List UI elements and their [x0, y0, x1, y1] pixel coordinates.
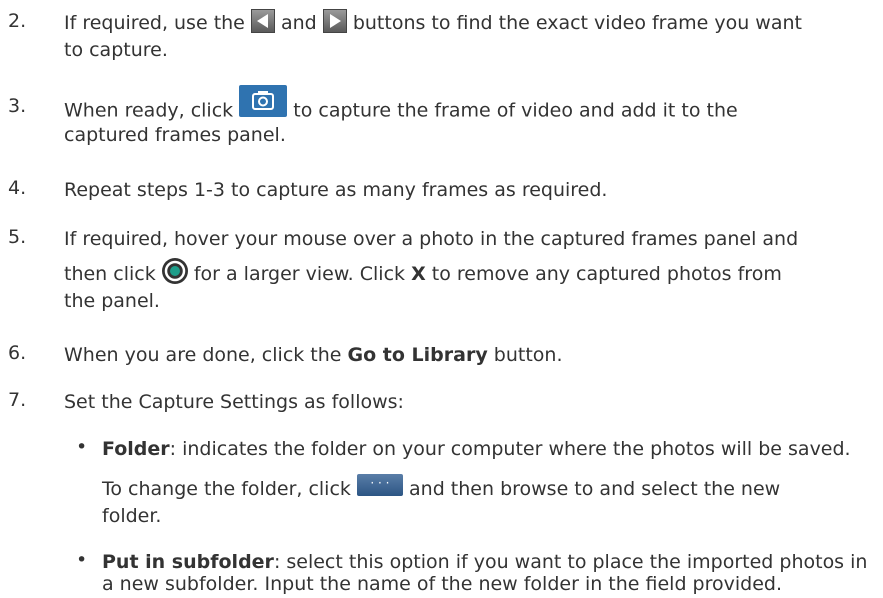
text-fragment: for a larger view. Click — [193, 263, 406, 285]
step-text: If required, use the and buttons to find… — [64, 8, 802, 37]
bullet-text-line: a new subfolder. Input the name of the n… — [102, 573, 783, 595]
help-page: { "steps": [ {"num": "2.", "l1a": "If re… — [0, 0, 883, 597]
step-text: If required, hover your mouse over a pho… — [64, 228, 799, 250]
step-text-line: captured frames panel. — [64, 124, 286, 146]
go-to-library-label: Go to Library — [347, 344, 488, 366]
text-fragment: When ready, click — [64, 99, 234, 122]
text-fragment: To change the folder, click — [102, 478, 351, 500]
step-text-line: then click for a larger view. Click X to… — [64, 257, 782, 288]
step-number: 5. — [8, 226, 27, 248]
text-fragment: then click — [64, 263, 156, 285]
step-number: 6. — [8, 342, 27, 364]
text-fragment: When you are done, click the — [64, 344, 342, 366]
text-fragment: and then browse to and select the new — [409, 478, 781, 500]
bullet-text-line: To change the folder, click · · · and th… — [102, 473, 781, 503]
step-text: Repeat steps 1-3 to capture as many fram… — [64, 179, 608, 201]
put-in-subfolder-label: Put in subfolder — [102, 551, 274, 573]
text-fragment: and — [280, 12, 317, 34]
text-fragment: button. — [493, 344, 563, 366]
remove-key-label: X — [411, 263, 426, 285]
text-fragment: : select this option if you want to plac… — [273, 551, 868, 573]
step-number: 2. — [8, 10, 27, 32]
step-number: 7. — [8, 389, 27, 411]
camera-icon — [239, 85, 288, 117]
text-fragment: to capture the frame of video and add it… — [293, 99, 738, 122]
view-icon — [161, 257, 188, 284]
bullet-text: Folder: indicates the folder on your com… — [102, 436, 851, 463]
step-number: 4. — [8, 177, 27, 199]
text-fragment: : indicates the folder on your computer … — [169, 438, 851, 460]
bullet-icon: • — [76, 549, 88, 571]
step-text-line: to capture. — [64, 39, 168, 61]
step-text: Set the Capture Settings as follows: — [64, 391, 404, 413]
next-frame-icon — [322, 8, 347, 33]
step-number: 3. — [8, 95, 27, 117]
bullet-text-line: folder. — [102, 505, 162, 527]
step-text-line: the panel. — [64, 290, 160, 312]
text-fragment: buttons to find the exact video frame yo… — [352, 12, 802, 34]
text-fragment: to remove any captured photos from — [431, 263, 782, 285]
bullet-icon: • — [76, 436, 88, 458]
previous-frame-icon — [250, 8, 275, 33]
text-fragment: If required, use the — [64, 12, 245, 34]
ellipsis-icon: · · · — [356, 473, 403, 496]
step-text: When you are done, click the Go to Libra… — [64, 342, 563, 369]
folder-label: Folder — [102, 438, 170, 460]
